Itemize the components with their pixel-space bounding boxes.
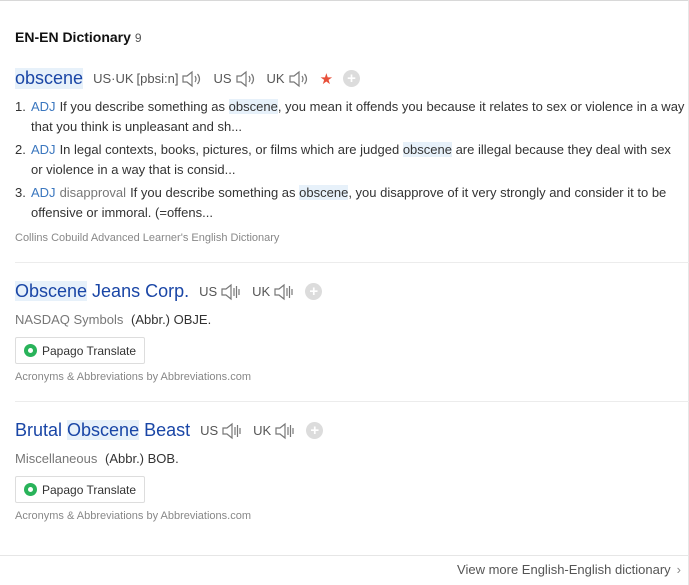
meaning-text: (Abbr.) BOB. [105, 451, 179, 466]
meaning-text: (Abbr.) OBJE. [131, 312, 212, 327]
definition-text: If you describe something as [59, 99, 226, 114]
definition-item: 2. ADJ In legal contexts, books, pictures… [15, 140, 685, 180]
definition-text: If you describe something as [130, 185, 296, 200]
section-title-text: EN-EN Dictionary [15, 29, 131, 45]
part-of-speech: ADJ [31, 185, 56, 200]
chevron-right-icon: › [676, 562, 681, 577]
entry-header: Brutal Obscene Beast US UK + [15, 420, 324, 441]
us-label: US [200, 423, 219, 438]
definition-item: 1. ADJ If you describe something as obsce… [15, 97, 685, 137]
add-icon[interactable]: + [305, 283, 323, 300]
uk-label: UK [253, 423, 272, 438]
us-label: US [199, 284, 218, 299]
view-more-link[interactable]: View more English-English dictionary › [457, 562, 681, 577]
uk-label: UK [252, 284, 271, 299]
dictionary-source[interactable]: Acronyms & Abbreviations by Abbreviation… [15, 371, 251, 383]
dictionary-source[interactable]: Collins Cobuild Advanced Learner's Engli… [15, 232, 279, 244]
result-count: 9 [134, 31, 142, 45]
entry-header: Obscene Jeans Corp. US UK + [15, 281, 323, 302]
headword-rest: Jeans Corp. [87, 281, 190, 301]
divider [15, 401, 689, 402]
speaker-icon[interactable] [221, 422, 243, 440]
definition-item: 3. ADJ disapproval If you describe somethi… [15, 183, 685, 223]
category-label: Miscellaneous [15, 451, 98, 466]
footer-divider [0, 555, 689, 556]
uk-label: UK [266, 71, 285, 86]
papago-translate-button[interactable]: Papago Translate [15, 337, 145, 364]
headword-prefix: Brutal [15, 420, 68, 440]
headword-rest: Beast [139, 420, 191, 440]
dictionary-source[interactable]: Acronyms & Abbreviations by Abbreviation… [15, 510, 251, 522]
headword-link[interactable]: Brutal Obscene Beast [15, 420, 190, 441]
headword-highlight: Obscene [67, 420, 140, 440]
headword-highlight: Obscene [15, 281, 88, 301]
papago-icon [24, 344, 37, 357]
term-highlight: obscene [228, 99, 278, 114]
speaker-icon[interactable] [181, 70, 203, 88]
pronunciation-label: US·UK [93, 71, 134, 86]
add-icon[interactable]: + [306, 422, 324, 439]
definition-number: 1. [15, 99, 26, 114]
star-icon[interactable]: ★ [320, 70, 333, 88]
part-of-speech: ADJ [31, 142, 56, 157]
add-icon[interactable]: + [343, 70, 361, 87]
section-title: EN-EN Dictionary 9 [15, 29, 142, 45]
entry-meaning: Miscellaneous (Abbr.) BOB. [15, 451, 179, 466]
term-highlight: obscene [402, 142, 452, 157]
entry-meaning: NASDAQ Symbols (Abbr.) OBJE. [15, 312, 211, 327]
us-label: US [213, 71, 232, 86]
speaker-icon[interactable] [288, 70, 310, 88]
view-more-label: View more English-English dictionary [457, 562, 671, 577]
definition-number: 2. [15, 142, 26, 157]
papago-translate-label: Papago Translate [42, 343, 137, 358]
speaker-icon[interactable] [274, 422, 296, 440]
entry-header: obscene US·UK [pbsi:n] US UK ★ + [15, 68, 361, 89]
term-highlight: obscene [299, 185, 349, 200]
papago-icon [24, 483, 37, 496]
usage-label: disapproval [59, 185, 127, 200]
definition-text-rest: , you disapprove of it very strongly and… [31, 185, 667, 220]
papago-translate-button[interactable]: Papago Translate [15, 476, 145, 503]
divider [15, 262, 689, 263]
speaker-icon[interactable] [235, 70, 257, 88]
pronunciation: [pbsi:n] [136, 71, 179, 86]
top-border [0, 0, 689, 1]
category-label: NASDAQ Symbols [15, 312, 124, 327]
definition-list: 1. ADJ If you describe something as obsce… [15, 97, 685, 226]
speaker-icon[interactable] [273, 283, 295, 301]
speaker-icon[interactable] [220, 283, 242, 301]
papago-translate-label: Papago Translate [42, 482, 137, 497]
headword-link[interactable]: Obscene Jeans Corp. [15, 281, 189, 302]
definition-number: 3. [15, 185, 26, 200]
headword-link[interactable]: obscene [15, 68, 84, 89]
part-of-speech: ADJ [31, 99, 56, 114]
definition-text: In legal contexts, books, pictures, or f… [59, 142, 400, 157]
